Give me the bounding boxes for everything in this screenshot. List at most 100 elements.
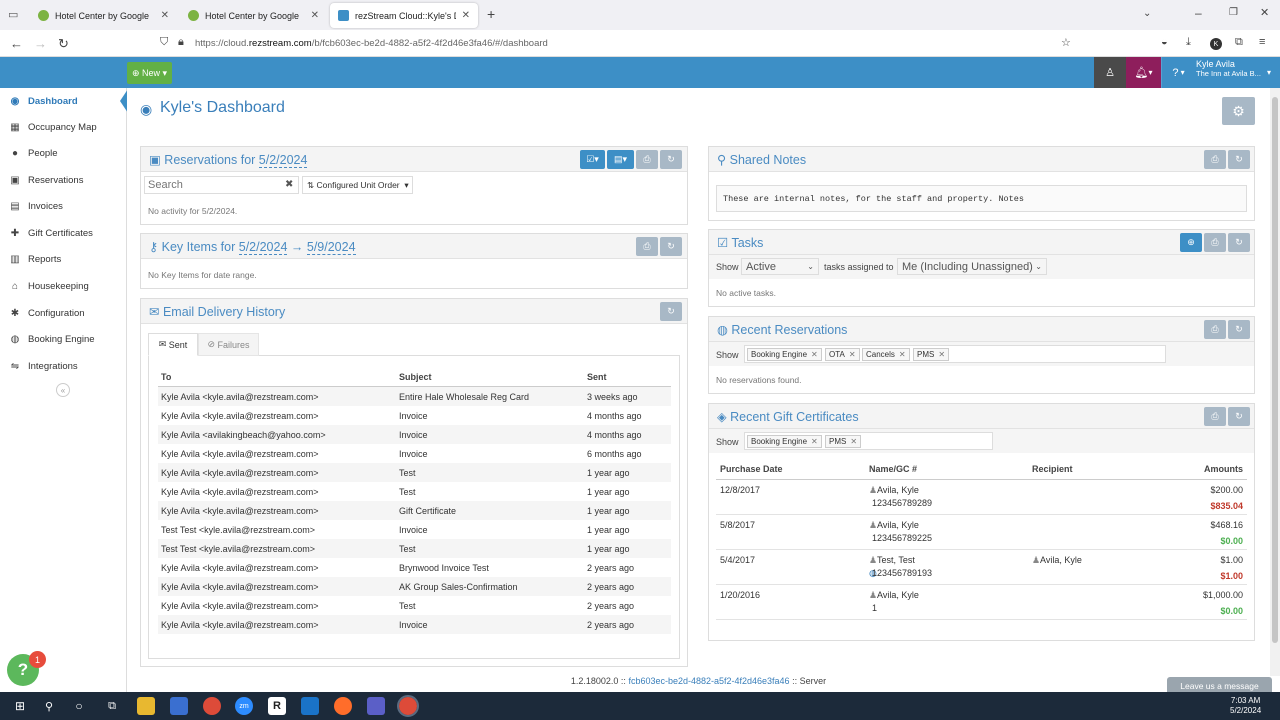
sidebar-item-reservations[interactable]: ▣ Reservations (0, 167, 126, 193)
browser-tab-3[interactable]: rezStream Cloud::Kyle's Dashboard ✕ (330, 3, 478, 28)
remove-chip-icon[interactable]: ✕ (849, 350, 856, 359)
remove-chip-icon[interactable]: ✕ (811, 350, 818, 359)
tab-sent[interactable]: ✉ Sent (148, 333, 198, 356)
new-button[interactable]: ⊕ New ▾ (127, 62, 172, 84)
browser-tab-2[interactable]: Hotel Center by Google ✕ (180, 3, 327, 28)
outlook-icon[interactable] (301, 697, 319, 715)
account-icon[interactable]: K (1210, 38, 1222, 50)
table-row[interactable]: Kyle Avila <kyle.avila@rezstream.com> Tes… (158, 482, 671, 501)
help-menu-button[interactable]: ? ▾ (1161, 57, 1195, 88)
reservation-search-input[interactable] (144, 176, 299, 194)
table-row[interactable]: Kyle Avila <kyle.avila@rezstream.com> Inv… (158, 444, 671, 463)
start-date-link[interactable]: 5/2/2024 (238, 240, 288, 255)
firefox-icon[interactable] (334, 697, 352, 715)
close-tab-icon[interactable]: ✕ (311, 10, 319, 21)
shield-icon[interactable]: ⛉ (160, 36, 168, 49)
refresh-button[interactable]: ↻ (1228, 233, 1250, 252)
print-button[interactable]: ⎙ (1204, 233, 1226, 252)
new-tab-icon[interactable]: + (487, 6, 495, 22)
column-header-purchase-date[interactable]: Purchase Date (720, 464, 783, 474)
reservation-source-filter[interactable]: Booking Engine ✕ OTA ✕ Cancels ✕ PMS ✕ (744, 345, 1166, 363)
column-header-sent[interactable]: Sent (587, 372, 607, 382)
customer-name-link[interactable]: Test, Test (877, 555, 915, 565)
chrome-icon[interactable] (203, 697, 221, 715)
sidebar-item-people[interactable]: ● People (0, 140, 126, 166)
table-row[interactable]: Test Test <kyle.avila@rezstream.com> Test… (158, 539, 671, 558)
tab-failures[interactable]: ⊘ Failures (198, 333, 259, 356)
remove-chip-icon[interactable]: ✕ (811, 437, 818, 446)
housekeeping-header-button[interactable]: ♙ (1094, 57, 1126, 88)
sidebar-item-integrations[interactable]: ⇋ Integrations (0, 353, 126, 379)
restore-icon[interactable]: ❐ (1229, 7, 1238, 18)
task-view-icon[interactable]: ⧉ (103, 697, 121, 715)
table-row[interactable]: Kyle Avila <kyle.avila@rezstream.com> Bry… (158, 558, 671, 577)
download-icon[interactable]: ⤓ (1186, 36, 1191, 49)
table-row[interactable]: Kyle Avila <avilakingbeach@yahoo.com> Inv… (158, 425, 671, 444)
filter-chip-booking-engine[interactable]: Booking Engine ✕ (747, 348, 822, 361)
business-id-link[interactable]: fcb603ec-be2d-4882-a5f2-4f2d46e3fa46 (628, 676, 789, 686)
shared-notes-text[interactable]: These are internal notes, for the staff … (716, 185, 1247, 212)
filter-chip-pms[interactable]: PMS ✕ (825, 435, 862, 448)
sidebar-item-gift-certificates[interactable]: ✚ Gift Certificates (0, 220, 126, 246)
print-button[interactable]: ⎙ (1204, 150, 1226, 169)
remove-chip-icon[interactable]: ✕ (850, 437, 857, 446)
table-row[interactable]: Kyle Avila <kyle.avila@rezstream.com> Tes… (158, 463, 671, 482)
clear-search-icon[interactable]: ✖ (285, 179, 293, 190)
column-header-amounts[interactable]: Amounts (1140, 464, 1243, 474)
print-button[interactable]: ⎙ (1204, 320, 1226, 339)
file-explorer-icon[interactable] (137, 697, 155, 715)
remove-chip-icon[interactable]: ✕ (938, 350, 945, 359)
task-status-select[interactable]: Active ⌄ (741, 258, 819, 275)
r-app-icon[interactable]: R (268, 697, 286, 715)
search-icon[interactable]: ⚲ (40, 697, 58, 715)
close-tab-icon[interactable]: ✕ (161, 10, 169, 21)
minimize-icon[interactable]: – (1195, 6, 1202, 20)
chrome-active-icon[interactable] (397, 695, 419, 717)
sidebar-item-invoices[interactable]: ▤ Invoices (0, 193, 126, 219)
column-header-subject[interactable]: Subject (399, 372, 432, 382)
table-row[interactable]: Kyle Avila <kyle.avila@rezstream.com> AK … (158, 577, 671, 596)
forward-icon[interactable]: → (34, 36, 47, 51)
windows-start-icon[interactable]: ⊞ (11, 697, 29, 715)
table-row[interactable]: Kyle Avila <kyle.avila@rezstream.com> Inv… (158, 406, 671, 425)
refresh-button[interactable]: ↻ (660, 237, 682, 256)
task-assignee-select[interactable]: Me (Including Unassigned) ⌄ (897, 258, 1047, 275)
store-icon[interactable] (170, 697, 188, 715)
filter-chip-booking-engine[interactable]: Booking Engine ✕ (747, 435, 822, 448)
end-date-link[interactable]: 5/9/2024 (306, 240, 356, 255)
reservations-date-link[interactable]: 5/2/2024 (258, 153, 308, 168)
refresh-button[interactable]: ↻ (1228, 150, 1250, 169)
customer-name-link[interactable]: Avila, Kyle (877, 590, 919, 600)
menu-icon[interactable]: ≡ (1259, 36, 1265, 48)
column-header-recipient[interactable]: Recipient (1032, 464, 1073, 474)
print-button[interactable]: ⎙ (636, 150, 658, 169)
reload-icon[interactable]: ↻ (58, 36, 69, 52)
notifications-button[interactable]: 🔔︎ ▾ (1126, 57, 1161, 88)
table-row[interactable]: Kyle Avila <kyle.avila@rezstream.com> Tes… (158, 596, 671, 615)
sidebar-item-dashboard[interactable]: ◉ Dashboard (0, 88, 126, 114)
filter-chip-pms[interactable]: PMS ✕ (913, 348, 950, 361)
refresh-button[interactable]: ↻ (660, 302, 682, 321)
browser-tab-1[interactable]: Hotel Center by Google ✕ (30, 3, 177, 28)
sidebar-item-occupancy-map[interactable]: ▦ Occupancy Map (0, 114, 126, 140)
checklist-menu-button[interactable]: ☑▾ (580, 150, 605, 169)
refresh-button[interactable]: ↻ (660, 150, 682, 169)
recipient-name-link[interactable]: Avila, Kyle (1040, 555, 1082, 565)
column-header-name-gc[interactable]: Name/GC # (869, 464, 917, 474)
back-icon[interactable]: ← (10, 36, 23, 51)
print-button[interactable]: ⎙ (636, 237, 658, 256)
column-header-to[interactable]: To (161, 372, 171, 382)
customer-name-link[interactable]: Avila, Kyle (877, 485, 919, 495)
tab-list-icon[interactable]: ▭ (8, 8, 18, 21)
sidebar-item-booking-engine[interactable]: ◍ Booking Engine (0, 326, 126, 352)
close-tab-icon[interactable]: ✕ (462, 10, 470, 21)
tab-overflow-icon[interactable]: ⌄ (1143, 8, 1151, 19)
table-row[interactable]: Kyle Avila <kyle.avila@rezstream.com> Gif… (158, 501, 671, 520)
sidebar-item-configuration[interactable]: ✱ Configuration (0, 300, 126, 326)
remove-chip-icon[interactable]: ✕ (899, 350, 906, 359)
user-menu[interactable]: Kyle Avila The Inn at Avila B... (1196, 59, 1276, 79)
filter-chip-cancels[interactable]: Cancels ✕ (862, 348, 910, 361)
table-row[interactable]: Kyle Avila <kyle.avila@rezstream.com> Inv… (158, 615, 671, 634)
refresh-button[interactable]: ↻ (1228, 320, 1250, 339)
cortana-icon[interactable]: ○ (70, 697, 88, 715)
